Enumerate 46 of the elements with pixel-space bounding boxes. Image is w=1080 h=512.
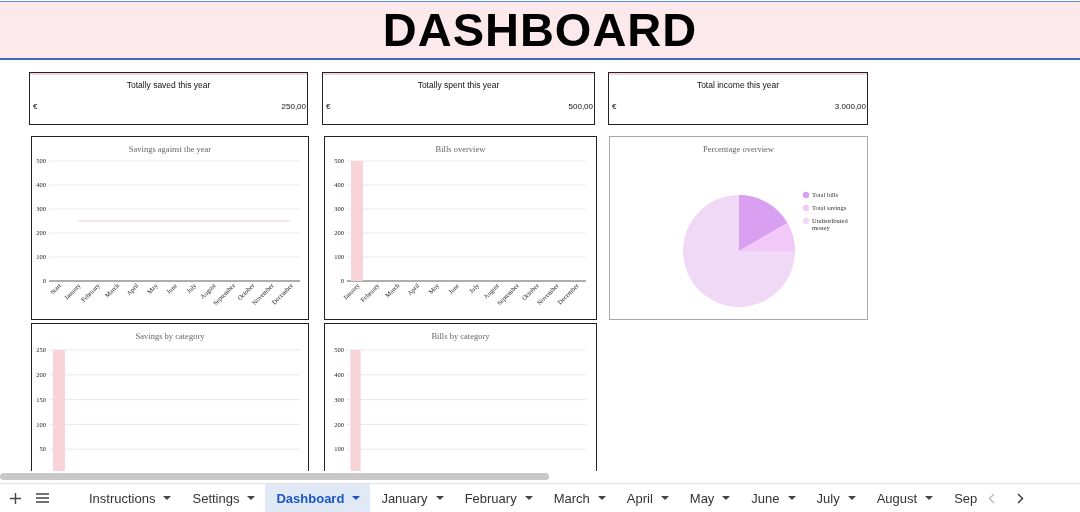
caret-icon <box>597 496 606 500</box>
caret-icon <box>925 496 934 500</box>
dashboard-title: DASHBOARD <box>382 2 698 58</box>
sheet-tab[interactable]: July <box>805 484 866 512</box>
caret-icon <box>722 496 731 500</box>
caret-icon <box>787 496 796 500</box>
legend-dot <box>802 192 809 199</box>
caret-icon <box>847 496 856 500</box>
caret-icon <box>352 496 361 500</box>
plus-icon <box>9 492 21 504</box>
chart-title: Bills overview <box>435 144 485 155</box>
caret-icon <box>524 496 533 500</box>
caret-icon <box>435 496 444 500</box>
sheet-tab[interactable]: April <box>615 484 679 512</box>
currency-symbol: € <box>612 101 617 111</box>
card-title: Totally saved this year <box>125 79 212 90</box>
amount-value: 500,00 <box>568 101 593 111</box>
amount-value: 3.000,00 <box>834 101 866 111</box>
caret-icon <box>163 496 172 500</box>
currency-symbol: € <box>326 101 331 111</box>
sheet-tab[interactable]: Instructions <box>78 484 182 512</box>
card-title: Total income this year <box>695 79 781 90</box>
sheet-tab[interactable]: February <box>453 484 543 512</box>
legend-dot <box>802 205 809 212</box>
caret-icon <box>660 496 669 500</box>
currency-symbol: € <box>33 101 38 111</box>
chevron-right-icon <box>1016 492 1024 504</box>
sheet-tab[interactable]: May <box>678 484 741 512</box>
menu-icon <box>35 493 49 503</box>
sheet-tab[interactable]: March <box>542 484 616 512</box>
sheet-tab[interactable]: Sep <box>943 484 975 512</box>
chevron-left-icon <box>987 492 995 504</box>
chart-title: Bills by category <box>430 331 490 342</box>
sheet-tab[interactable]: January <box>370 484 454 512</box>
sheet-tab[interactable]: Dashboard <box>265 484 371 512</box>
sheet-tab[interactable]: June <box>740 484 806 512</box>
sheet-tab[interactable]: August <box>865 484 944 512</box>
chart-title: Savings by category <box>135 331 204 342</box>
chart-title: Savings against the year <box>128 144 211 155</box>
legend-dot <box>802 218 809 225</box>
scrollbar-thumb[interactable] <box>0 473 549 481</box>
sheet-tab[interactable]: Settings <box>181 484 266 512</box>
card-title: Totally spent this year <box>416 79 501 90</box>
amount-value: 250,00 <box>281 101 306 111</box>
chart-title: Percentage overview <box>702 144 774 155</box>
caret-icon <box>247 496 256 500</box>
